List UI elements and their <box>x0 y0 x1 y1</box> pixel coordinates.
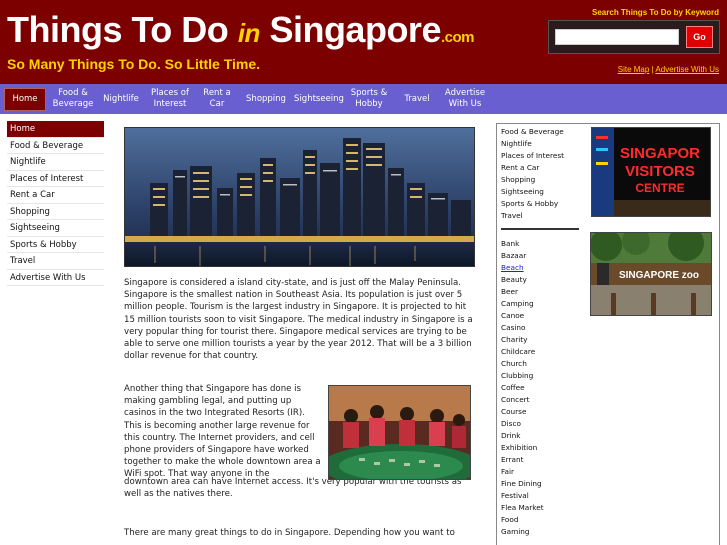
tag-concert[interactable]: Concert <box>501 394 583 406</box>
tag-course[interactable]: Course <box>501 406 583 418</box>
site-title-singapore: Singapore <box>269 9 441 50</box>
site-title-things: Things To Do <box>7 9 229 50</box>
singapore-zoo-image[interactable]: SINGAPORE zoo <box>590 232 712 316</box>
sitemap-link[interactable]: Site Map <box>618 65 650 74</box>
tag-fine-dining[interactable]: Fine Dining <box>501 478 583 490</box>
nav-food-beverage[interactable]: Food & Beverage <box>49 84 97 114</box>
sidebar-item-nightlife[interactable]: Nightlife <box>7 154 104 171</box>
tag-beach[interactable]: Beach <box>501 262 583 274</box>
tag-childcare[interactable]: Childcare <box>501 346 583 358</box>
gambling-paragraph: Another thing that Singapore has done is… <box>124 384 321 480</box>
tag-food[interactable]: Food <box>501 514 583 526</box>
hero-skyline-image <box>124 127 475 267</box>
visitors-centre-image[interactable]: SINGAPOR VISITORS CENTRE <box>591 127 711 217</box>
category-shopping[interactable]: Shopping <box>501 174 583 186</box>
sidebar-item-home[interactable]: Home <box>7 121 104 138</box>
link-separator: | <box>651 65 654 74</box>
intro-paragraph: Singapore is considered a island city-st… <box>124 278 473 362</box>
nav-nightlife[interactable]: Nightlife <box>100 84 142 114</box>
nav-advertise[interactable]: Advertise With Us <box>440 84 490 114</box>
top-links: Site Map | Advertise With Us <box>618 65 719 74</box>
tag-flea-market[interactable]: Flea Market <box>501 502 583 514</box>
category-places-of-interest[interactable]: Places of Interest <box>501 150 583 162</box>
sidebar-item-places-of-interest[interactable]: Places of Interest <box>7 171 104 187</box>
sidebar-item-rent-a-car[interactable]: Rent a Car <box>7 187 104 204</box>
tag-charity[interactable]: Charity <box>501 334 583 346</box>
nav-shopping[interactable]: Shopping <box>243 84 289 114</box>
nav-rent-a-car[interactable]: Rent a Car <box>197 84 237 114</box>
left-sidebar: Home Food & Beverage Nightlife Places of… <box>7 121 104 286</box>
category-nightlife[interactable]: Nightlife <box>501 138 583 150</box>
search-label: Search Things To Do by Keyword <box>592 8 719 17</box>
advertise-link[interactable]: Advertise With Us <box>655 65 719 74</box>
tag-church[interactable]: Church <box>501 358 583 370</box>
tag-beer[interactable]: Beer <box>501 286 583 298</box>
main-nav: Home Food & Beverage Nightlife Places of… <box>0 84 727 114</box>
sidebar-item-sports-hobby[interactable]: Sports & Hobby <box>7 237 104 253</box>
nav-sightseeing[interactable]: Sightseeing <box>291 84 347 114</box>
visitors-centre-text-2: VISITORS <box>625 163 695 180</box>
tag-exhibition[interactable]: Exhibition <box>501 442 583 454</box>
visitors-centre-text-3: CENTRE <box>635 181 684 195</box>
sidebar-item-food-beverage[interactable]: Food & Beverage <box>7 138 104 154</box>
tag-fair[interactable]: Fair <box>501 466 583 478</box>
visitors-centre-text-1: SINGAPOR <box>620 145 700 162</box>
site-header: Things To Do in Singapore.com So Many Th… <box>0 0 727 84</box>
tag-gaming[interactable]: Gaming <box>501 526 583 538</box>
category-divider <box>501 228 579 230</box>
category-sightseeing[interactable]: Sightseeing <box>501 186 583 198</box>
category-travel[interactable]: Travel <box>501 210 583 222</box>
tag-beauty[interactable]: Beauty <box>501 274 583 286</box>
category-list: Food & Beverage Nightlife Places of Inte… <box>501 126 583 538</box>
tag-errant[interactable]: Errant <box>501 454 583 466</box>
search-go-button[interactable]: Go <box>686 26 713 48</box>
casino-image <box>328 385 471 480</box>
things-to-do-paragraph: There are many great things to do in Sin… <box>124 528 455 538</box>
tag-coffee[interactable]: Coffee <box>501 382 583 394</box>
nav-travel[interactable]: Travel <box>398 84 436 114</box>
category-food-beverage[interactable]: Food & Beverage <box>501 126 583 138</box>
nav-places-of-interest[interactable]: Places of Interest <box>146 84 194 114</box>
tag-casino[interactable]: Casino <box>501 322 583 334</box>
site-title-dotcom: .com <box>440 29 475 46</box>
zoo-sign-text: SINGAPORE zoo <box>619 270 699 281</box>
category-sports-hobby[interactable]: Sports & Hobby <box>501 198 583 210</box>
tag-festival[interactable]: Festival <box>501 490 583 502</box>
nav-home[interactable]: Home <box>4 88 46 111</box>
tag-canoe[interactable]: Canoe <box>501 310 583 322</box>
search-input[interactable] <box>555 29 679 45</box>
tag-bazaar[interactable]: Bazaar <box>501 250 583 262</box>
category-rent-a-car[interactable]: Rent a Car <box>501 162 583 174</box>
sidebar-item-travel[interactable]: Travel <box>7 253 104 270</box>
site-title[interactable]: Things To Do in Singapore.com <box>7 9 474 51</box>
tag-disco[interactable]: Disco <box>501 418 583 430</box>
sidebar-item-advertise[interactable]: Advertise With Us <box>7 270 104 286</box>
tag-camping[interactable]: Camping <box>501 298 583 310</box>
tag-bank[interactable]: Bank <box>501 238 583 250</box>
search-box: Go <box>548 20 720 54</box>
tag-clubbing[interactable]: Clubbing <box>501 370 583 382</box>
sidebar-item-shopping[interactable]: Shopping <box>7 204 104 220</box>
sidebar-item-sightseeing[interactable]: Sightseeing <box>7 220 104 237</box>
tagline: So Many Things To Do. So Little Time. <box>7 56 261 72</box>
site-title-in: in <box>237 18 261 48</box>
nav-sports-hobby[interactable]: Sports & Hobby <box>346 84 392 114</box>
tag-drink[interactable]: Drink <box>501 430 583 442</box>
